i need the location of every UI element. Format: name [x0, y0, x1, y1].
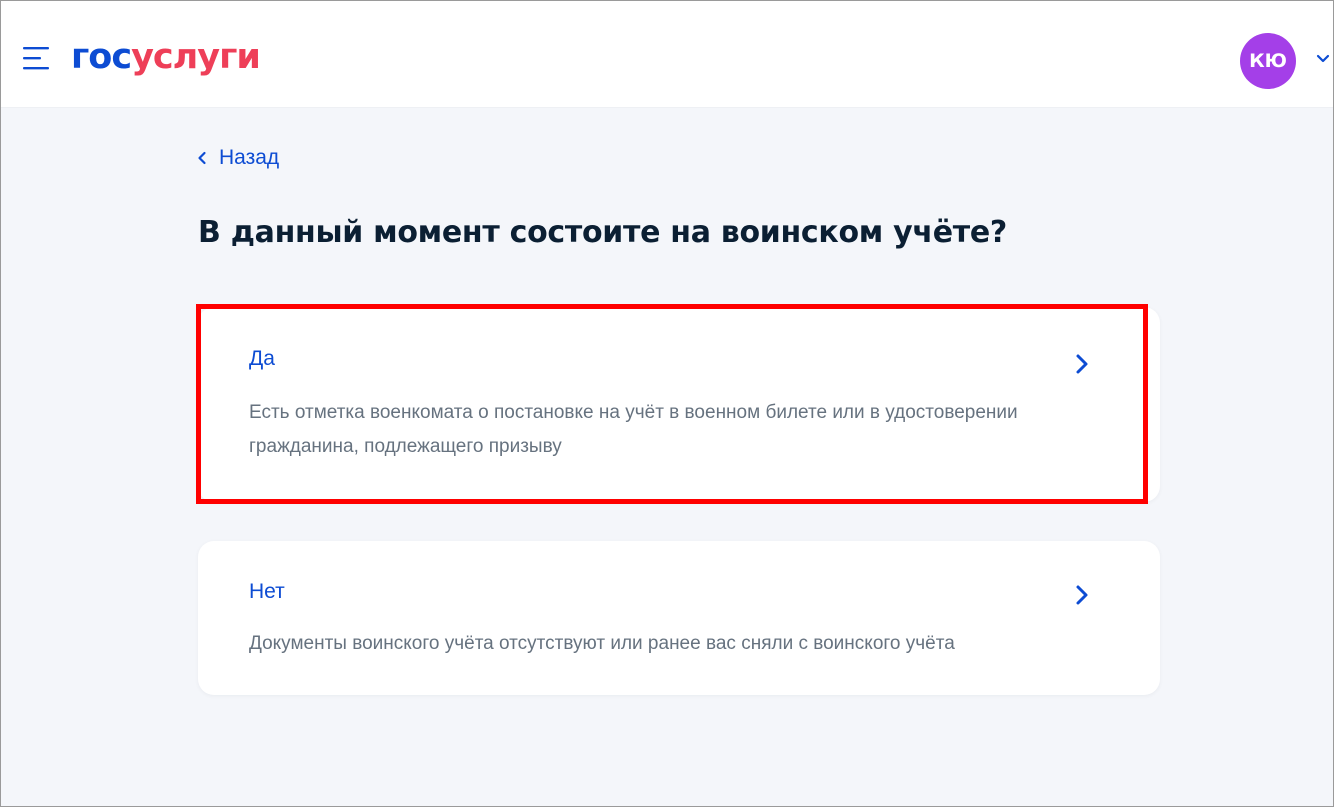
user-avatar[interactable]: КЮ	[1240, 33, 1296, 89]
option-yes-card[interactable]: Да Есть отметка военкомата о постановке …	[198, 307, 1160, 502]
page-title: В данный момент состоите на воинском учё…	[198, 215, 1007, 250]
option-yes-description: Есть отметка военкомата о постановке на …	[249, 402, 1018, 457]
chevron-down-icon[interactable]	[1315, 51, 1331, 67]
gosuslugi-logo[interactable]: госуслуги	[71, 37, 261, 77]
logo-text-part2: услуги	[131, 37, 261, 77]
option-no-description: Документы воинского учёта отсутствуют ил…	[249, 633, 955, 654]
hamburger-menu-icon[interactable]	[23, 46, 53, 72]
logo-text-part1: гос	[71, 37, 132, 77]
option-yes-title: Да	[249, 347, 275, 370]
option-no-title: Нет	[249, 580, 285, 603]
browser-frame: госуслуги КЮ Назад В данный момент состо…	[0, 0, 1334, 807]
chevron-left-icon	[198, 151, 206, 165]
back-link[interactable]: Назад	[197, 146, 279, 170]
chevron-right-icon	[1076, 354, 1088, 374]
chevron-right-icon	[1076, 585, 1088, 605]
option-no-card[interactable]: Нет Документы воинского учёта отсутствую…	[198, 541, 1160, 695]
back-link-label: Назад	[219, 146, 280, 169]
site-header: госуслуги КЮ	[1, 1, 1333, 108]
